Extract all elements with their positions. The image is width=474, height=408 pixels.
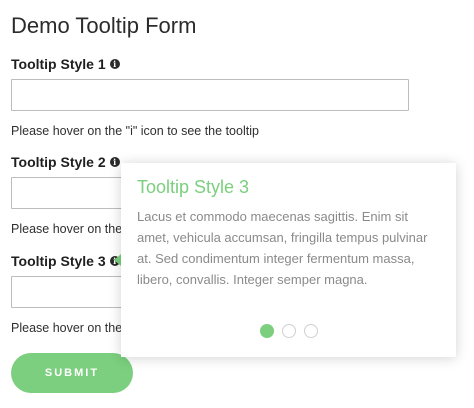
tooltip-title: Tooltip Style 3: [137, 177, 250, 197]
tooltip-style-3-input[interactable]: [11, 276, 123, 308]
field-label-text-3: Tooltip Style 3: [11, 253, 106, 269]
tooltip-style-1-input[interactable]: [11, 79, 409, 111]
tooltip-arrow: [114, 254, 121, 266]
page: Demo Tooltip Form Tooltip Style 1 i Plea…: [0, 0, 474, 408]
info-icon[interactable]: i: [109, 157, 120, 167]
submit-button[interactable]: SUBMIT: [11, 353, 133, 393]
pagination-dot-2[interactable]: [281, 324, 296, 338]
field-label-text-2: Tooltip Style 2: [11, 154, 106, 170]
page-title: Demo Tooltip Form: [11, 13, 197, 38]
tooltip-body: Lacus et commodo maecenas sagittis. Enim…: [137, 209, 428, 287]
pagination-dot-3[interactable]: [303, 324, 318, 338]
hint-1: Please hover on the "i" icon to see the …: [11, 124, 259, 138]
field-label-text-1: Tooltip Style 1: [11, 56, 106, 72]
hint-3: Please hover on the: [11, 321, 123, 335]
tooltip-style-2-input[interactable]: [11, 177, 123, 209]
field-label-2: Tooltip Style 2 i: [11, 153, 120, 171]
hint-2: Please hover on the: [11, 222, 123, 236]
field-label-3: Tooltip Style 3 i: [11, 252, 120, 270]
field-label-1: Tooltip Style 1 i: [11, 55, 120, 73]
pagination-dot-1[interactable]: [259, 324, 274, 338]
tooltip-popup: Tooltip Style 3 Lacus et commodo maecena…: [121, 163, 456, 357]
info-icon[interactable]: i: [109, 59, 120, 69]
tooltip-pagination: [121, 324, 456, 338]
